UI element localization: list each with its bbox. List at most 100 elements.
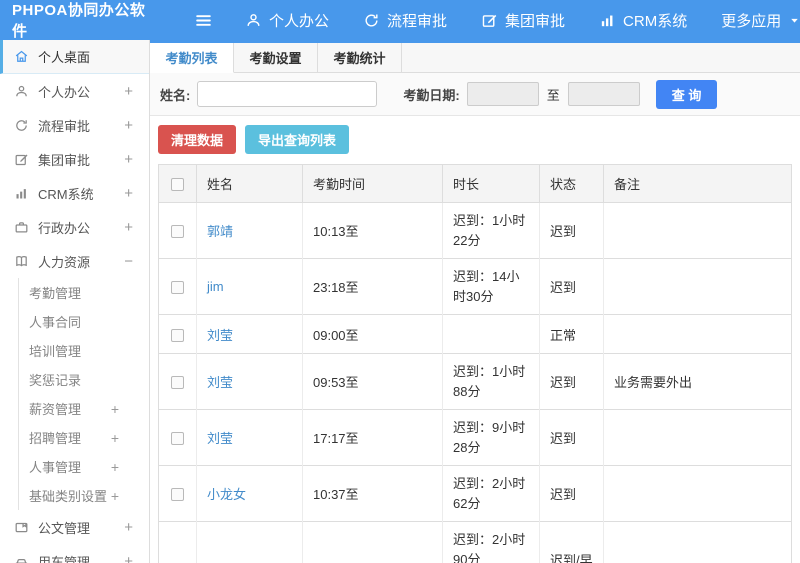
topnav-personal-office[interactable]: 个人办公 [245,10,329,31]
column-header-duration: 时长 [442,164,540,203]
submenu-item-personnel-mgmt[interactable]: 人事管理 + [19,452,149,481]
employee-name-link[interactable]: 刘莹 [207,328,233,343]
note-cell [603,258,792,315]
tab-attendance-settings[interactable]: 考勤设置 [234,43,318,72]
table-header-row: 姓名 考勤时间 时长 状态 备注 [158,164,792,203]
sidebar-item-label: 用车管理 [38,554,91,563]
topnav-label: CRM系统 [623,12,688,30]
collapse-indicator[interactable]: − [124,253,133,270]
duration-cell: 迟到：14小时30分 [442,258,540,315]
submenu-item-training-mgmt[interactable]: 培训管理 [19,336,149,365]
employee-name-link[interactable]: 郭靖 [207,224,233,239]
table-row: 刘莹 17:17至 迟到：9小时28分 迟到 [158,409,792,466]
expand-indicator[interactable]: + [111,430,119,446]
submenu-item-label: 考勤管理 [29,286,82,301]
submenu-item-reward-punishment[interactable]: 奖惩记录 [19,365,149,394]
sidebar-item-personal-office[interactable]: 个人办公 + [0,74,149,108]
row-checkbox[interactable] [171,225,184,239]
submenu-item-label: 培训管理 [29,344,82,359]
date-from-input[interactable] [466,82,539,106]
sidebar-item-personal-desktop[interactable]: 个人桌面 [0,40,149,74]
attendance-time: 10:54至10:54 [302,521,443,563]
topnav-crm-system[interactable]: CRM系统 [599,10,687,31]
expand-indicator[interactable]: + [124,185,133,202]
topnav-label: 更多应用 [721,12,782,30]
sidebar-item-crm-system[interactable]: CRM系统 + [0,176,149,210]
expand-indicator[interactable]: + [124,83,133,100]
sidebar-item-label: 集团审批 [38,152,91,168]
attendance-time: 09:53至 [302,353,443,410]
submenu-item-label: 人事管理 [29,460,82,475]
status-badge: 迟到 [539,353,604,410]
car-icon [14,554,29,563]
expand-indicator[interactable]: + [111,488,119,504]
name-input[interactable] [197,81,378,107]
app-logo: PHPOA协同办公软件 [12,2,146,40]
submenu-item-salary-mgmt[interactable]: 薪资管理 + [19,394,149,423]
topnav-group-approval[interactable]: 集团审批 [481,10,565,31]
submenu-item-recruit-mgmt[interactable]: 招聘管理 + [19,423,149,452]
person-icon [245,12,262,29]
row-checkbox[interactable] [171,328,184,342]
employee-name-link[interactable]: 刘莹 [207,375,233,390]
employee-name-link[interactable]: 小龙女 [207,487,246,502]
hr-submenu: 考勤管理 人事合同 培训管理 奖惩记录 薪资管理 + 招聘管理 + 人事管理 +… [18,278,149,510]
employee-name-link[interactable]: 刘莹 [207,431,233,446]
row-checkbox[interactable] [171,488,184,502]
duration-cell: 迟到：2小时90分早退：7小时10分 [442,521,540,563]
sidebar-item-human-resources[interactable]: 人力资源 − [0,244,149,278]
tab-bar: 考勤列表 考勤设置 考勤统计 [150,43,800,73]
search-button[interactable]: 查 询 [655,79,718,109]
sidebar-item-label: CRM系统 [38,186,94,202]
expand-indicator[interactable]: + [111,401,119,417]
table-row: jim 23:18至 迟到：14小时30分 迟到 [158,258,792,315]
hamburger-icon[interactable] [194,11,213,30]
date-to-input[interactable] [567,82,640,106]
topbar: PHPOA协同办公软件 个人办公 流程审批 集团审批 CRM系统 更多应用 [0,0,800,40]
clean-data-button[interactable]: 清理数据 [158,125,237,154]
edit-icon [14,152,29,167]
status-badge: 迟到/早退 [539,521,604,563]
cycle-icon [14,118,29,133]
tab-attendance-stats[interactable]: 考勤统计 [318,43,402,72]
expand-indicator[interactable]: + [124,553,133,563]
submenu-item-label: 奖惩记录 [29,373,82,388]
sidebar-item-group-approval[interactable]: 集团审批 + [0,142,149,176]
table-row: 刘莹 09:53至 迟到：1小时88分 迟到 业务需要外出 [158,353,792,410]
expand-indicator[interactable]: + [124,219,133,236]
sidebar-item-workflow-approval[interactable]: 流程审批 + [0,108,149,142]
attendance-time: 10:37至 [302,465,443,522]
row-checkbox[interactable] [171,376,184,390]
sidebar-item-vehicle-mgmt[interactable]: 用车管理 + [0,544,149,563]
sidebar-item-document-mgmt[interactable]: 公文管理 + [0,510,149,544]
topnav-more-apps[interactable]: 更多应用 [721,10,800,31]
expand-indicator[interactable]: + [111,459,119,475]
expand-indicator[interactable]: + [124,519,133,536]
submenu-item-hr-contract[interactable]: 人事合同 [19,307,149,336]
topnav-workflow-approval[interactable]: 流程审批 [363,10,447,31]
table-row: 郭靖 10:13至 迟到：1小时22分 迟到 [158,202,792,259]
tab-attendance-list[interactable]: 考勤列表 [150,43,234,73]
row-checkbox[interactable] [171,281,184,295]
select-all-checkbox[interactable] [171,178,184,192]
date-label: 考勤日期: [403,87,460,103]
sidebar-item-label: 人力资源 [38,254,91,270]
expand-indicator[interactable]: + [124,117,133,134]
topnav-label: 个人办公 [269,12,330,30]
submenu-item-attendance-mgmt[interactable]: 考勤管理 [19,278,149,307]
sidebar-item-admin-office[interactable]: 行政办公 + [0,210,149,244]
sidebar: 个人桌面 个人办公 + 流程审批 + 集团审批 + CRM系统 + 行政办公 +… [0,40,150,563]
duration-cell: 迟到：9小时28分 [442,409,540,466]
employee-name-link[interactable]: jim [207,279,224,294]
briefcase-icon [14,220,29,235]
submenu-item-base-category-settings[interactable]: 基础类别设置 + [19,481,149,510]
to-label: 至 [546,87,560,103]
attendance-time: 23:18至 [302,258,443,315]
duration-cell: 迟到：1小时88分 [442,353,540,410]
export-list-button[interactable]: 导出查询列表 [245,125,350,154]
submenu-item-label: 人事合同 [29,315,82,330]
expand-indicator[interactable]: + [124,151,133,168]
row-checkbox[interactable] [171,432,184,446]
column-header-time: 考勤时间 [302,164,443,203]
topnav-label: 集团审批 [505,12,566,30]
